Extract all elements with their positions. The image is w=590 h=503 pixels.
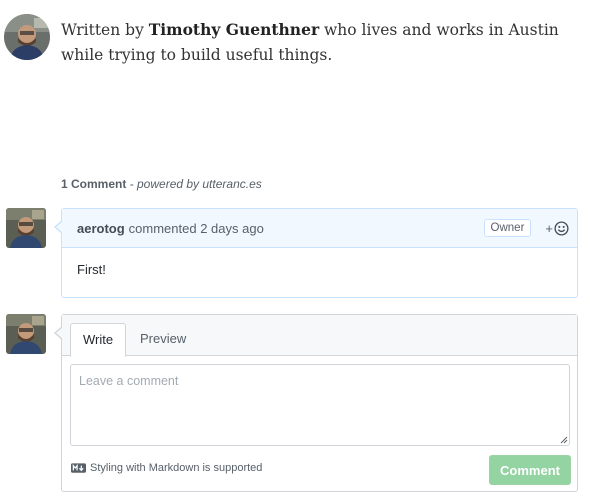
reaction-plus: + xyxy=(545,220,553,236)
comment-card: aerotog commented 2 days ago Owner + Fir… xyxy=(54,208,578,298)
author-bio-prefix: Written by xyxy=(61,21,149,39)
comment-timestamp[interactable]: commented 2 days ago xyxy=(129,221,264,236)
comment-body: First! xyxy=(77,262,106,277)
author-name: Timothy Guenthner xyxy=(148,20,320,39)
author-avatar xyxy=(4,14,50,60)
markdown-hint-label: Styling with Markdown is supported xyxy=(90,462,263,474)
resize-handle-icon[interactable] xyxy=(558,434,568,444)
submit-comment-button[interactable]: Comment xyxy=(489,455,571,485)
author-bio: Written by Timothy Guenthner who lives a… xyxy=(4,14,571,68)
comment-textarea[interactable] xyxy=(70,364,570,446)
tab-preview[interactable]: Preview xyxy=(128,323,198,357)
comment-author-link[interactable]: aerotog xyxy=(77,221,125,236)
owner-badge: Owner xyxy=(483,219,532,237)
author-bio-text: Written by Timothy Guenthner who lives a… xyxy=(61,14,571,68)
markdown-icon xyxy=(71,463,86,473)
add-reaction-button[interactable]: + xyxy=(545,221,569,236)
powered-by: - powered by utteranc.es xyxy=(126,177,262,191)
current-user-avatar[interactable] xyxy=(6,314,46,354)
new-comment-form: Write Preview Styling with Markdown is s… xyxy=(54,314,578,492)
smiley-icon xyxy=(554,220,569,236)
comment-header: aerotog commented 2 days ago Owner + xyxy=(62,209,577,248)
editor-tabs: Write Preview xyxy=(62,315,577,357)
tab-write[interactable]: Write xyxy=(70,323,127,357)
comment-count: 1 Comment xyxy=(61,177,127,191)
comment-count-line: 1 Comment - powered by utteranc.es xyxy=(61,177,262,191)
commenter-avatar[interactable] xyxy=(6,208,46,248)
markdown-hint[interactable]: Styling with Markdown is supported xyxy=(71,462,262,474)
